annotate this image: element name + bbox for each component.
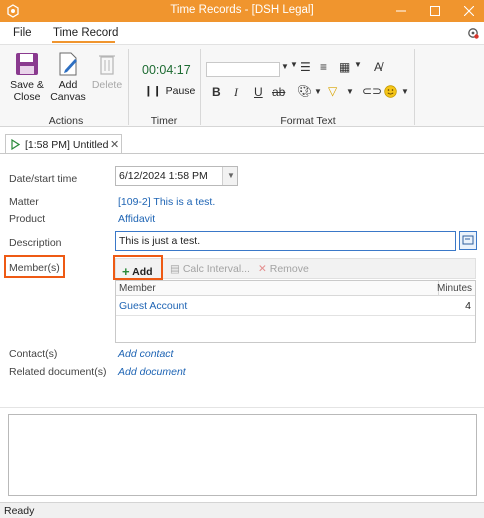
underline-button[interactable]: U [254, 85, 263, 99]
palette-dropdown-icon[interactable]: ▼ [314, 87, 322, 96]
font-name-dropdown-icon[interactable]: ▼ [281, 62, 289, 71]
save-icon [16, 53, 38, 75]
description-value: This is just a test. [119, 235, 201, 247]
ribbon-separator [128, 49, 129, 125]
members-grid-header: Member Minutes [116, 281, 475, 296]
bold-button[interactable]: B [212, 85, 221, 99]
save-close-label-2: Close [13, 91, 41, 103]
add-canvas-button[interactable]: Add Canvas [49, 51, 87, 103]
emoji-icon[interactable] [384, 85, 397, 98]
strikethrough-icon[interactable]: ab [272, 85, 285, 99]
clear-format-icon[interactable]: A̸ [374, 60, 382, 74]
members-label: Member(s) [9, 262, 60, 274]
status-bar: Ready [0, 502, 484, 518]
emoji-dropdown-icon[interactable]: ▼ [401, 87, 409, 96]
date-dropdown-button[interactable]: ▼ [222, 167, 237, 185]
font-name-select[interactable] [206, 62, 280, 77]
chevron-down-icon: ▼ [227, 171, 235, 180]
related-documents-label: Related document(s) [9, 366, 107, 378]
expand-icon [462, 235, 474, 245]
pause-button[interactable]: ❙❙ Pause [144, 85, 195, 97]
calc-interval-button[interactable]: ▤ Calc Interval... [170, 263, 250, 275]
description-expand-button[interactable] [459, 231, 477, 250]
calculator-icon: ▤ [170, 263, 180, 275]
ribbon: Save & Close Add Canvas Delete Actions 0… [0, 44, 484, 127]
pause-label: Pause [165, 85, 196, 97]
member-minutes: 4 [465, 300, 471, 312]
calc-interval-label: Calc Interval... [182, 263, 250, 275]
remove-icon: ✕ [258, 263, 267, 275]
table-row[interactable]: Guest Account 4 [116, 296, 475, 316]
notes-textarea[interactable] [8, 414, 477, 496]
close-window-button[interactable] [454, 0, 484, 22]
matter-label: Matter [9, 196, 39, 208]
add-canvas-label-1: Add [58, 79, 78, 91]
members-grid: Member Minutes Guest Account 4 [115, 280, 476, 343]
format-text-group-label: Format Text [280, 115, 336, 127]
remove-member-label: Remove [269, 263, 309, 275]
maximize-icon [430, 6, 440, 16]
save-close-label-1: Save & [10, 79, 44, 91]
date-start-label: Date/start time [9, 173, 78, 185]
description-input[interactable]: This is just a test. [115, 231, 456, 251]
add-button-highlight [113, 255, 163, 280]
notes-divider [0, 407, 484, 408]
close-tab-icon[interactable]: ✕ [110, 138, 119, 151]
maximize-button[interactable] [420, 0, 450, 22]
column-minutes[interactable]: Minutes [437, 283, 472, 294]
document-tab[interactable]: [1:58 PM] Untitled ✕ [5, 134, 122, 154]
delete-button[interactable]: Delete [90, 51, 124, 91]
save-close-button[interactable]: Save & Close [8, 51, 46, 103]
settings-refresh-icon[interactable] [467, 27, 479, 39]
bullet-list-icon[interactable]: ☰ [300, 60, 311, 74]
actions-group-label: Actions [48, 115, 84, 127]
link-icon[interactable]: ⊂⊃ [362, 84, 382, 98]
table-dropdown-icon[interactable]: ▼ [354, 60, 362, 69]
table-icon[interactable]: ▦ [339, 60, 350, 74]
timer-group-label: Timer [150, 115, 178, 127]
description-label: Description [9, 237, 62, 249]
title-bar: Time Records - [DSH Legal] [0, 0, 484, 22]
italic-button[interactable]: I [234, 85, 238, 100]
numbered-list-icon[interactable]: ≡ [320, 60, 327, 74]
highlight-icon[interactable]: ▽ [328, 84, 337, 98]
trash-icon [99, 55, 115, 75]
delete-label: Delete [91, 79, 123, 91]
timer-value: 00:04:17 [142, 63, 191, 77]
column-member[interactable]: Member [119, 283, 156, 294]
product-link[interactable]: Affidavit [118, 213, 155, 225]
menu-time-record[interactable]: Time Record [53, 27, 118, 39]
date-start-value: 6/12/2024 1:58 PM [119, 170, 208, 182]
font-size-dropdown-icon[interactable]: ▼ [290, 60, 298, 69]
minimize-icon [396, 10, 406, 12]
product-label: Product [9, 213, 46, 225]
ribbon-separator [414, 49, 415, 125]
add-canvas-label-2: Canvas [50, 91, 86, 103]
document-tab-label: [1:58 PM] Untitled [25, 139, 109, 151]
active-tab-indicator [52, 41, 115, 43]
members-toolbar: + Add ▤ Calc Interval... ✕ Remove [115, 258, 476, 279]
member-name[interactable]: Guest Account [119, 300, 187, 312]
add-contact-link[interactable]: Add contact [118, 348, 173, 360]
ribbon-separator [200, 49, 201, 125]
play-icon [11, 139, 20, 150]
add-document-link[interactable]: Add document [118, 366, 186, 378]
menu-file[interactable]: File [13, 27, 32, 39]
pause-icon: ❙❙ [144, 85, 162, 97]
palette-icon[interactable]: 🎨︎ [297, 84, 312, 98]
close-icon [464, 6, 474, 16]
tab-divider [0, 153, 484, 154]
highlight-dropdown-icon[interactable]: ▼ [346, 87, 354, 96]
remove-member-button[interactable]: ✕ Remove [258, 263, 309, 275]
contacts-label: Contact(s) [9, 348, 58, 360]
status-text: Ready [4, 505, 35, 517]
minimize-button[interactable] [386, 0, 416, 22]
matter-link[interactable]: [109-2] This is a test. [118, 196, 215, 208]
date-start-field[interactable]: 6/12/2024 1:58 PM ▼ [115, 166, 238, 186]
add-canvas-icon [59, 52, 77, 76]
